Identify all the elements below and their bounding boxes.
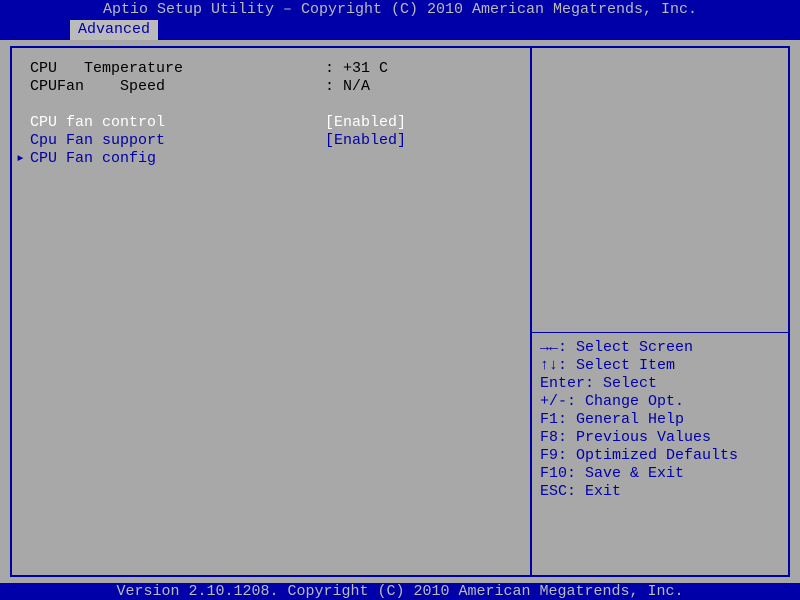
help-select-screen: →←: Select Screen bbox=[540, 339, 780, 357]
header-title: Aptio Setup Utility – Copyright (C) 2010… bbox=[103, 1, 697, 18]
settings-panel: CPU Temperature : +31 C CPUFan Speed : N… bbox=[10, 46, 530, 577]
setting-cpu-fan-config[interactable]: ▸ CPU Fan config bbox=[16, 150, 522, 168]
help-select-item: ↑↓: Select Item bbox=[540, 357, 780, 375]
footer-text: Version 2.10.1208. Copyright (C) 2010 Am… bbox=[116, 583, 683, 600]
help-general-help: F1: General Help bbox=[540, 411, 780, 429]
submenu-marker-icon: ▸ bbox=[16, 150, 30, 168]
help-previous-values: F8: Previous Values bbox=[540, 429, 780, 447]
tab-advanced[interactable]: Advanced bbox=[70, 20, 158, 40]
help-panel: →←: Select Screen ↑↓: Select Item Enter:… bbox=[530, 46, 790, 577]
reading-label: CPUFan Speed bbox=[30, 78, 325, 96]
main-area: CPU Temperature : +31 C CPUFan Speed : N… bbox=[0, 40, 800, 583]
help-change-opt: +/-: Change Opt. bbox=[540, 393, 780, 411]
setting-cpu-fan-support[interactable]: Cpu Fan support [Enabled] bbox=[16, 132, 522, 150]
reading-cpu-temp: CPU Temperature : +31 C bbox=[16, 60, 522, 78]
setting-cpu-fan-control[interactable]: CPU fan control [Enabled] bbox=[16, 114, 522, 132]
setting-value: [Enabled] bbox=[325, 114, 406, 132]
setting-value: [Enabled] bbox=[325, 132, 406, 150]
setting-label: Cpu Fan support bbox=[30, 132, 325, 150]
reading-label: CPU Temperature bbox=[30, 60, 325, 78]
setting-label: CPU Fan config bbox=[30, 150, 325, 168]
help-esc-exit: ESC: Exit bbox=[540, 483, 780, 501]
reading-cpufan-speed: CPUFan Speed : N/A bbox=[16, 78, 522, 96]
spacer bbox=[16, 96, 522, 114]
help-enter: Enter: Select bbox=[540, 375, 780, 393]
reading-value: : +31 C bbox=[325, 60, 388, 78]
footer-bar: Version 2.10.1208. Copyright (C) 2010 Am… bbox=[0, 583, 800, 600]
help-keys-section: →←: Select Screen ↑↓: Select Item Enter:… bbox=[540, 330, 780, 501]
help-optimized-defaults: F9: Optimized Defaults bbox=[540, 447, 780, 465]
tab-bar: Advanced bbox=[0, 20, 800, 40]
header-bar: Aptio Setup Utility – Copyright (C) 2010… bbox=[0, 0, 800, 20]
reading-value: : N/A bbox=[325, 78, 370, 96]
help-save-exit: F10: Save & Exit bbox=[540, 465, 780, 483]
help-divider bbox=[532, 332, 788, 333]
setting-label: CPU fan control bbox=[30, 114, 325, 132]
